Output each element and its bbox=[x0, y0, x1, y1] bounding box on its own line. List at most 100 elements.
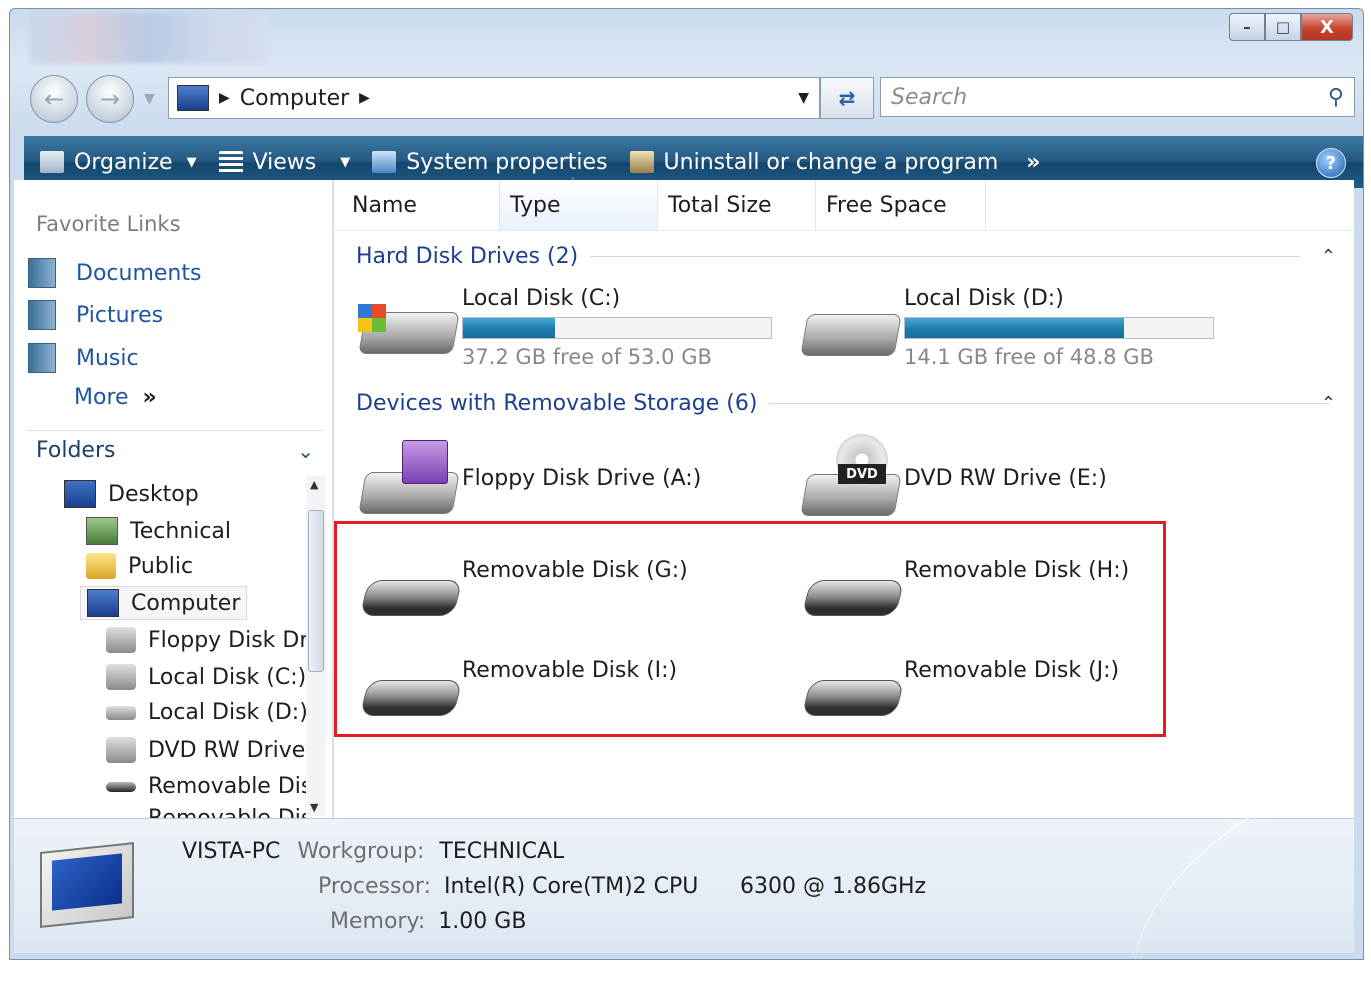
favorite-link-music[interactable]: Music bbox=[28, 343, 139, 373]
tree-item-label: Removable Dis bbox=[148, 806, 312, 818]
tree-item-computer[interactable]: Computer bbox=[80, 586, 248, 620]
favorite-label: Pictures bbox=[76, 302, 164, 328]
favorite-link-pictures[interactable]: Pictures bbox=[28, 300, 163, 330]
address-dropdown-icon[interactable]: ▼ bbox=[798, 90, 809, 106]
search-icon[interactable]: ⚲ bbox=[1328, 85, 1344, 110]
computer-name: VISTA-PC bbox=[182, 839, 281, 864]
folders-header[interactable]: Folders ⌄ bbox=[26, 430, 324, 470]
address-bar[interactable]: ▶ Computer ▶ ▼ bbox=[168, 77, 820, 119]
tree-item-desktop[interactable]: Desktop bbox=[64, 480, 199, 508]
drive-icon-wrap bbox=[358, 438, 460, 518]
system-properties-button[interactable]: System properties bbox=[372, 149, 608, 175]
desktop-icon bbox=[64, 480, 96, 508]
back-button[interactable]: ← bbox=[30, 75, 78, 123]
collapse-group-icon[interactable]: ⌃ bbox=[1321, 246, 1336, 267]
favorite-link-documents[interactable]: Documents bbox=[28, 258, 201, 288]
tree-item-local-disk-d[interactable]: Local Disk (D:) bbox=[106, 700, 308, 725]
organize-button[interactable]: Organize ▼ bbox=[40, 150, 197, 175]
group-divider bbox=[590, 256, 1301, 257]
workgroup-value: TECHNICAL bbox=[439, 839, 565, 864]
close-button[interactable]: X bbox=[1301, 13, 1353, 41]
forward-button[interactable]: → bbox=[86, 75, 134, 123]
tree-item-label: DVD RW Drive bbox=[148, 737, 306, 763]
breadcrumb-computer[interactable]: Computer bbox=[240, 86, 349, 111]
title-area bbox=[30, 13, 270, 63]
window-controls: – □ X bbox=[1229, 13, 1353, 41]
system-drive-icon bbox=[106, 664, 136, 690]
search-input[interactable]: Search ⚲ bbox=[880, 77, 1355, 117]
column-headers: Name Type ˆ Total Size Free Space bbox=[334, 176, 1354, 231]
system-properties-icon bbox=[372, 151, 397, 173]
breadcrumb-separator-icon[interactable]: ▶ bbox=[359, 90, 370, 106]
tree-item-removable[interactable]: Removable Dis bbox=[106, 806, 312, 818]
tree-item-technical[interactable]: Technical bbox=[86, 517, 231, 545]
organize-label: Organize bbox=[74, 149, 173, 175]
group-label: Hard Disk Drives (2) bbox=[356, 244, 579, 269]
computer-icon bbox=[177, 85, 209, 111]
system-properties-label: System properties bbox=[406, 149, 608, 175]
tree-item-removable[interactable]: Removable Dis bbox=[106, 774, 312, 799]
more-chevron-icon: » bbox=[142, 385, 157, 410]
hard-drive-icon bbox=[800, 314, 902, 356]
help-icon[interactable]: ? bbox=[1316, 148, 1346, 178]
refresh-button[interactable]: ⇄ bbox=[820, 77, 874, 119]
drive-dvd-e[interactable]: DVD DVD RW Drive (E:) bbox=[800, 434, 1107, 518]
floppy-disk-icon bbox=[402, 440, 448, 484]
folders-scrollbar[interactable]: ▲ ▼ bbox=[306, 476, 326, 816]
drive-local-disk-d[interactable]: Local Disk (D:) 14.1 GB free of 48.8 GB bbox=[800, 286, 1214, 369]
folder-icon bbox=[86, 553, 116, 579]
drive-local-disk-c[interactable]: Local Disk (C:) 37.2 GB free of 53.0 GB bbox=[358, 286, 772, 369]
favorite-label: Music bbox=[76, 345, 139, 371]
dvd-label: DVD bbox=[838, 464, 886, 484]
hard-drive-icon bbox=[106, 705, 136, 720]
chevron-down-icon: ▼ bbox=[340, 154, 351, 170]
column-name[interactable]: Name bbox=[342, 180, 500, 230]
tree-item-local-disk-c[interactable]: Local Disk (C:) bbox=[106, 664, 306, 690]
tree-item-label: Local Disk (D:) bbox=[148, 700, 308, 725]
uninstall-program-button[interactable]: Uninstall or change a program bbox=[629, 150, 998, 175]
group-removable-storage[interactable]: Devices with Removable Storage (6) ⌃ bbox=[356, 391, 1336, 416]
breadcrumb-separator-icon[interactable]: ▶ bbox=[219, 90, 230, 106]
column-type[interactable]: Type ˆ bbox=[500, 176, 658, 230]
removable-disk-icon bbox=[106, 781, 136, 792]
dvd-drive-icon bbox=[106, 737, 136, 763]
tree-item-public[interactable]: Public bbox=[86, 553, 193, 579]
sort-ascending-icon: ˆ bbox=[570, 176, 576, 190]
memory-value: 1.00 GB bbox=[438, 909, 527, 934]
maximize-button[interactable]: □ bbox=[1265, 13, 1301, 41]
scroll-down-icon[interactable]: ▼ bbox=[310, 801, 318, 814]
drive-floppy-a[interactable]: Floppy Disk Drive (A:) bbox=[358, 438, 701, 518]
processor-label: Processor: bbox=[318, 874, 431, 899]
column-free-space[interactable]: Free Space bbox=[816, 180, 986, 230]
uninstall-program-icon bbox=[629, 151, 654, 173]
navigation-pane: Favorite Links Documents Pictures Music … bbox=[14, 180, 334, 818]
tree-item-label: Local Disk (C:) bbox=[148, 664, 307, 690]
drive-usage-fill bbox=[463, 318, 556, 338]
collapse-group-icon[interactable]: ⌃ bbox=[1321, 393, 1336, 414]
views-button[interactable]: Views ▼ bbox=[218, 149, 351, 175]
details-pane: VISTA-PC Workgroup: TECHNICAL Processor:… bbox=[14, 784, 1359, 996]
scrollbar-thumb[interactable] bbox=[308, 510, 324, 672]
views-icon bbox=[218, 151, 243, 173]
more-commands-button[interactable]: » bbox=[1026, 150, 1040, 175]
drive-icon-wrap: DVD bbox=[800, 434, 902, 518]
drive-icon-wrap bbox=[800, 286, 902, 366]
recent-pages-chevron-icon[interactable]: ▼ bbox=[144, 91, 155, 107]
floppy-drive-icon bbox=[106, 627, 136, 653]
group-hard-disk-drives[interactable]: Hard Disk Drives (2) ⌃ bbox=[356, 244, 1336, 269]
windows-logo-icon bbox=[358, 304, 386, 332]
processor-value: Intel(R) Core(TM)2 CPU bbox=[444, 874, 699, 899]
tree-item-label: Public bbox=[128, 553, 194, 579]
back-arrow-icon: ← bbox=[43, 85, 65, 113]
column-total-size[interactable]: Total Size bbox=[658, 180, 816, 230]
views-label: Views bbox=[252, 149, 317, 175]
tree-item-dvd[interactable]: DVD RW Drive bbox=[106, 737, 305, 763]
more-links[interactable]: More » bbox=[74, 385, 157, 410]
drive-name: Local Disk (D:) bbox=[904, 286, 1064, 311]
documents-icon bbox=[28, 258, 56, 288]
drive-details: Local Disk (D:) 14.1 GB free of 48.8 GB bbox=[904, 286, 1214, 369]
tree-item-floppy[interactable]: Floppy Disk Dr bbox=[106, 627, 308, 653]
minimize-button[interactable]: – bbox=[1229, 13, 1265, 41]
group-label: Devices with Removable Storage (6) bbox=[356, 391, 758, 416]
scroll-up-icon[interactable]: ▲ bbox=[310, 478, 318, 491]
